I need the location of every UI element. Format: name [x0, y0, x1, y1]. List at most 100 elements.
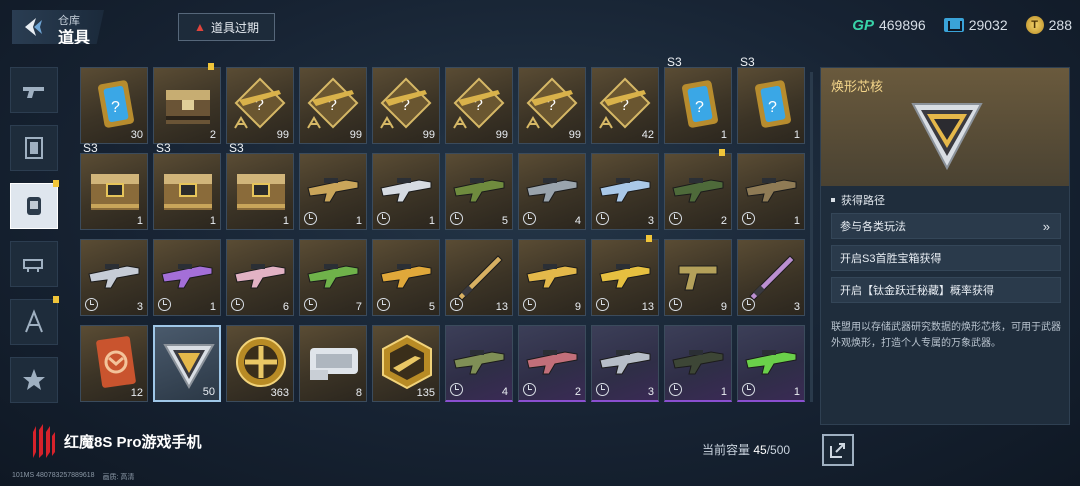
item-count: 3 [647, 215, 654, 227]
inventory-slot[interactable]: 5 [445, 153, 513, 230]
new-badge [208, 63, 214, 70]
gun-icon [307, 264, 359, 289]
item-count: 1 [136, 215, 143, 227]
chest-icon [164, 174, 212, 210]
inventory-slot[interactable]: 13 [591, 235, 659, 316]
item-count: 135 [416, 387, 435, 399]
back-arrow-icon [25, 18, 42, 36]
inventory-slot[interactable]: 4 [518, 153, 586, 230]
inventory-slot[interactable]: 2 [518, 325, 586, 402]
inventory-slot[interactable]: ? 99 [445, 67, 513, 144]
expired-items-label: 道具过期 [210, 20, 259, 35]
inventory-slot[interactable]: 12 [80, 325, 148, 402]
gun-icon [526, 350, 578, 375]
item-count: 12 [130, 387, 143, 399]
item-count: 4 [501, 386, 508, 398]
blueprint-tab[interactable] [10, 296, 59, 345]
clock-icon [523, 383, 536, 396]
inventory-slot[interactable]: 4 [445, 325, 513, 402]
season-label: S3 [229, 141, 244, 155]
gun-icon [745, 350, 797, 375]
currency-coin[interactable]: T 288 [1025, 16, 1072, 34]
item-count: 4 [574, 215, 581, 227]
inventory-slot[interactable]: ? 99 [299, 67, 367, 144]
inventory-slot[interactable]: ? 99 [226, 67, 294, 144]
item-count: 2 [574, 386, 581, 398]
crate-icon [166, 90, 210, 124]
double-chevron-right-icon: » [1042, 219, 1050, 234]
item-tab[interactable] [10, 180, 59, 229]
currency-ticket-value: 29032 [968, 17, 1008, 33]
clock-icon [158, 298, 171, 311]
inventory-slot[interactable]: 1 [737, 325, 805, 402]
capacity-current: 45 [753, 443, 767, 457]
inventory-slot[interactable]: S3 1 [226, 141, 294, 230]
inventory-slot[interactable]: 1 [664, 325, 732, 402]
redmagic-logo-icon [33, 424, 55, 458]
item-count: 42 [641, 129, 654, 141]
season-label: S3 [156, 141, 171, 155]
item-count: 99 [276, 129, 289, 141]
svg-text:?: ? [111, 99, 120, 116]
inventory-slot[interactable]: 6 [226, 239, 294, 316]
clock-icon [742, 298, 755, 311]
inventory-slot[interactable]: 13 [445, 239, 513, 316]
inventory-slot[interactable]: 3 [737, 239, 805, 316]
blueprint-icon: ? [599, 77, 651, 129]
item-count: 3 [793, 301, 800, 313]
inventory-slot[interactable]: ? 99 [372, 67, 440, 144]
item-count: 99 [495, 129, 508, 141]
detail-title: 焕形芯核 [831, 79, 884, 94]
gun-icon [599, 264, 651, 289]
blueprint-icon: ? [380, 77, 432, 129]
pistol-tab[interactable] [10, 67, 58, 113]
inventory-slot[interactable]: 2 [664, 149, 732, 230]
share-button[interactable] [822, 434, 854, 466]
inventory-slot[interactable]: 2 [153, 63, 221, 144]
item-detail-panel: 焕形芯核 获得路径 参与各类玩法 » 开启S3首胜宝箱获得 开启【钛金跃迁秘藏】… [820, 67, 1070, 425]
gun-icon [526, 264, 578, 289]
inventory-slot[interactable]: 9 [518, 239, 586, 316]
currency-gp[interactable]: GP 469896 [852, 17, 925, 34]
inventory-slot[interactable]: 1 [737, 153, 805, 230]
emblem-tab[interactable] [10, 357, 58, 403]
inventory-slot[interactable]: ? 42 [591, 67, 659, 144]
inventory-slot[interactable]: ? S3 1 [664, 55, 732, 144]
inventory-slot[interactable]: ? S3 1 [737, 55, 805, 144]
gun-icon [672, 350, 724, 375]
blueprint-icon: ? [453, 77, 505, 129]
item-count: 9 [574, 301, 581, 313]
inventory-slot[interactable]: 9 [664, 239, 732, 316]
route-play-modes[interactable]: 参与各类玩法 » [831, 213, 1061, 239]
clock-icon [450, 298, 463, 311]
inventory-slot[interactable]: 3 [591, 153, 659, 230]
inventory-slot[interactable]: S3 1 [153, 141, 221, 230]
currency-ticket[interactable]: 29032 [943, 17, 1008, 33]
inventory-slot[interactable]: 3 [591, 325, 659, 402]
item-count: 30 [130, 129, 143, 141]
inventory-slot[interactable]: 1 [372, 153, 440, 230]
inventory-slot[interactable]: ? 30 [80, 67, 148, 144]
vehicle-tab[interactable] [10, 241, 58, 287]
card-tab[interactable] [10, 125, 58, 171]
inventory-slot[interactable]: 1 [153, 239, 221, 316]
inventory-slot[interactable]: 7 [299, 239, 367, 316]
inventory-slot[interactable]: 1 [299, 153, 367, 230]
inventory-slot[interactable]: S3 1 [80, 141, 148, 230]
inventory-slot[interactable]: 135 [372, 325, 440, 402]
pistol-icon [678, 265, 718, 291]
inventory-slot[interactable]: 8 [299, 325, 367, 402]
blueprint-icon: ? [307, 77, 359, 129]
clock-icon [742, 383, 755, 396]
inventory-slot[interactable]: 5 [372, 239, 440, 316]
capacity-max: /500 [766, 443, 791, 457]
grid-scrollbar[interactable] [810, 72, 813, 402]
item-count: 99 [349, 129, 362, 141]
inventory-slot[interactable]: 3 [80, 239, 148, 316]
back-button[interactable]: 仓库 道具 [12, 10, 104, 44]
inventory-slot[interactable]: 50 [153, 325, 221, 402]
item-count: 1 [355, 215, 362, 227]
inventory-slot[interactable]: 363 [226, 325, 294, 402]
expired-items-button[interactable]: ▲ 道具过期 [178, 13, 275, 41]
inventory-slot[interactable]: ? 99 [518, 67, 586, 144]
